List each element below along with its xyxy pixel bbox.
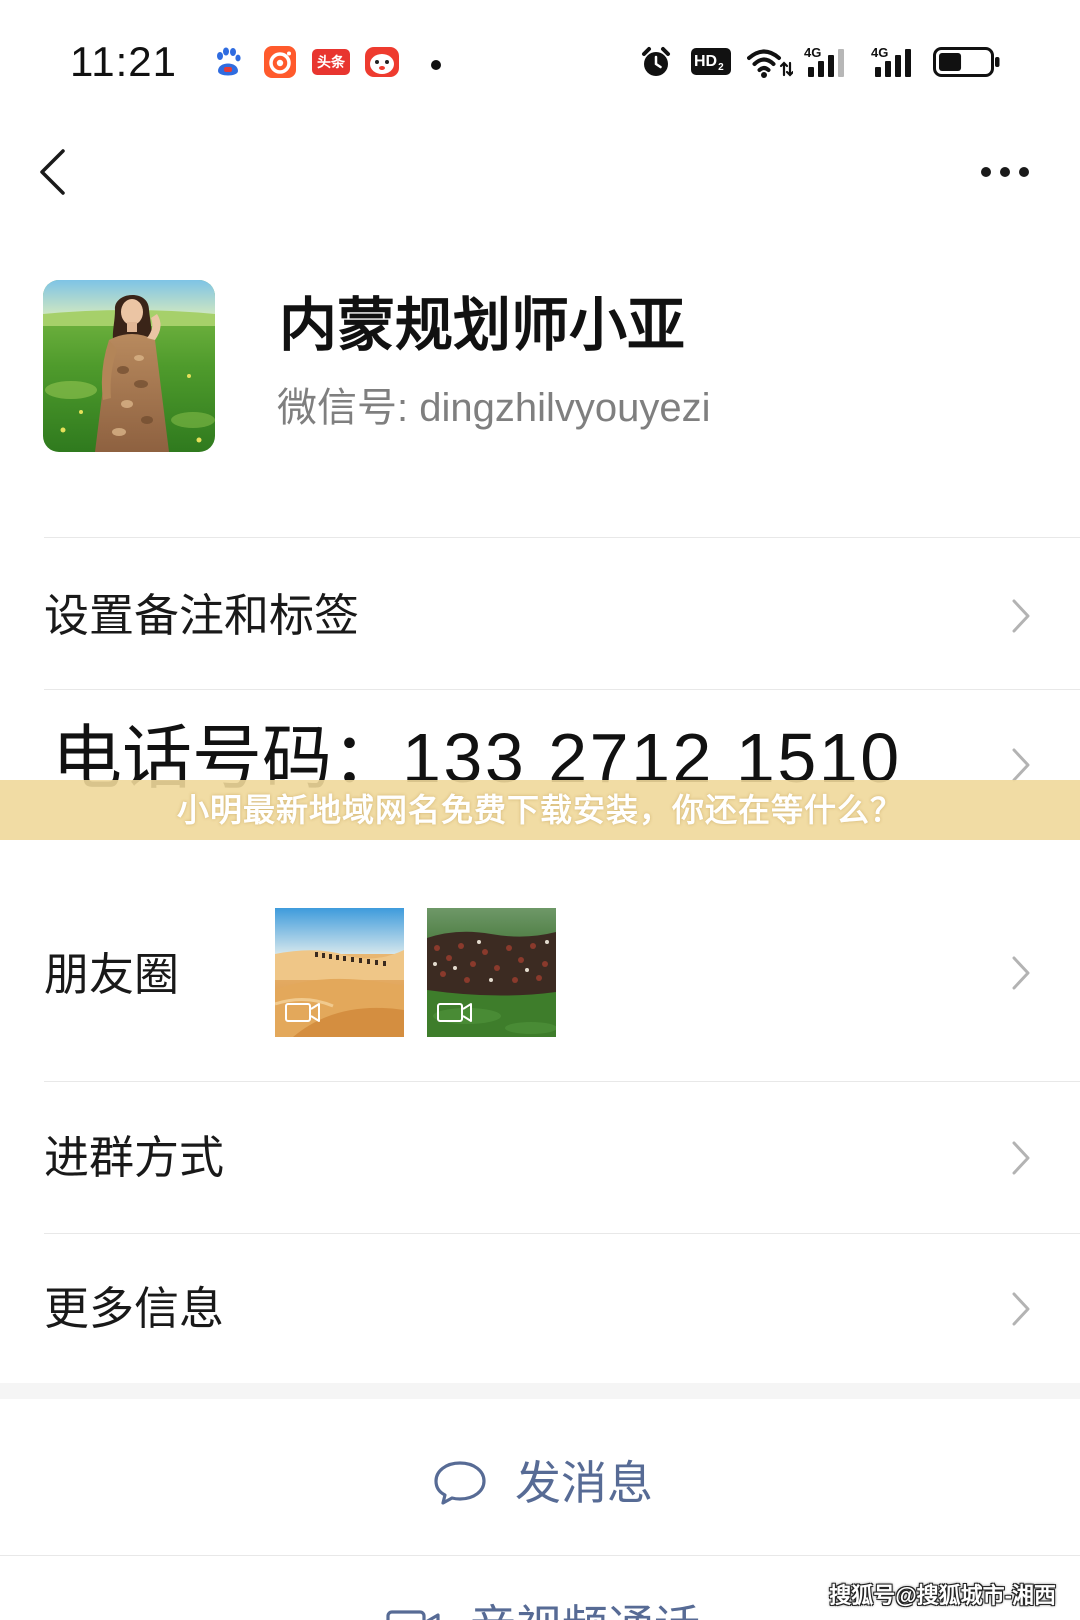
moments-thumbnail xyxy=(274,908,404,1037)
toutiao-icon: 头条 xyxy=(312,49,350,75)
back-arrow-icon[interactable] xyxy=(38,148,68,201)
signal-bar xyxy=(808,67,814,77)
chevron-right-icon xyxy=(1010,598,1032,634)
banner-text: 小明最新地域网名免费下载安装，你还在等什么？ xyxy=(176,792,903,828)
row-more-info[interactable]: 更多信息 xyxy=(0,1234,1080,1383)
alarm-icon xyxy=(640,45,672,84)
chevron-right-icon xyxy=(1010,1140,1032,1176)
notification-dot-icon xyxy=(431,57,441,75)
more-icon[interactable] xyxy=(978,164,1032,185)
signal-bar xyxy=(885,61,891,77)
hd-label: HD xyxy=(694,53,718,70)
face-app-icon xyxy=(364,44,400,85)
contact-name: 内蒙规划师小亚 xyxy=(279,293,686,358)
watermark: 搜狐号@搜狐城市-湘西 xyxy=(829,1583,1056,1608)
chat-bubble-icon xyxy=(433,1459,487,1512)
signal-4g-icon: 4G xyxy=(804,45,850,84)
wechat-id: 微信号: dingzhilvyouyezi xyxy=(277,386,711,430)
status-time: 11:21 xyxy=(70,38,177,85)
signal-bar xyxy=(895,55,901,77)
row-group-join[interactable]: 进群方式 xyxy=(0,1082,1080,1232)
row-label: 朋友圈 xyxy=(44,949,180,1000)
contact-profile-screen: 11:21 头条 HD2 4G 4G 内蒙规划师小亚 微信号: dingzhil… xyxy=(0,0,1080,1620)
video-call-label: 音视频通话 xyxy=(470,1600,700,1620)
row-remark-tags[interactable]: 设置备注和标签 xyxy=(0,538,1080,688)
video-call-icon xyxy=(386,1610,442,1620)
row-label: 更多信息 xyxy=(44,1283,225,1334)
signal-bar xyxy=(905,49,911,77)
orange-app-icon xyxy=(263,45,297,84)
network-type-label: 4G xyxy=(804,45,821,60)
baidu-icon xyxy=(213,47,243,82)
battery-level-fill xyxy=(939,53,962,71)
promo-banner: 小明最新地域网名免费下载安装，你还在等什么？ xyxy=(0,780,1080,840)
signal-4g-icon: 4G xyxy=(871,45,917,84)
hd-sub-label: 2 xyxy=(718,62,724,73)
signal-bar xyxy=(875,67,881,77)
chevron-right-icon xyxy=(1010,1291,1032,1327)
network-type-label: 4G xyxy=(871,45,888,60)
battery-icon xyxy=(933,47,1001,82)
divider xyxy=(0,1555,1080,1556)
row-label: 设置备注和标签 xyxy=(44,590,360,641)
row-label: 进群方式 xyxy=(44,1132,225,1183)
signal-bar xyxy=(828,55,834,77)
chevron-right-icon xyxy=(1010,747,1032,783)
section-gap xyxy=(0,1383,1080,1399)
signal-bar xyxy=(818,61,824,77)
wifi-icon xyxy=(747,45,795,84)
signal-bar xyxy=(838,49,844,77)
moments-thumbnail xyxy=(427,908,557,1037)
send-message-label: 发消息 xyxy=(515,1457,653,1509)
send-message-button[interactable]: 发消息 xyxy=(0,1400,1080,1555)
avatar[interactable] xyxy=(43,280,215,457)
chevron-right-icon xyxy=(1010,955,1032,991)
hd-voice-icon: HD2 xyxy=(691,48,731,75)
